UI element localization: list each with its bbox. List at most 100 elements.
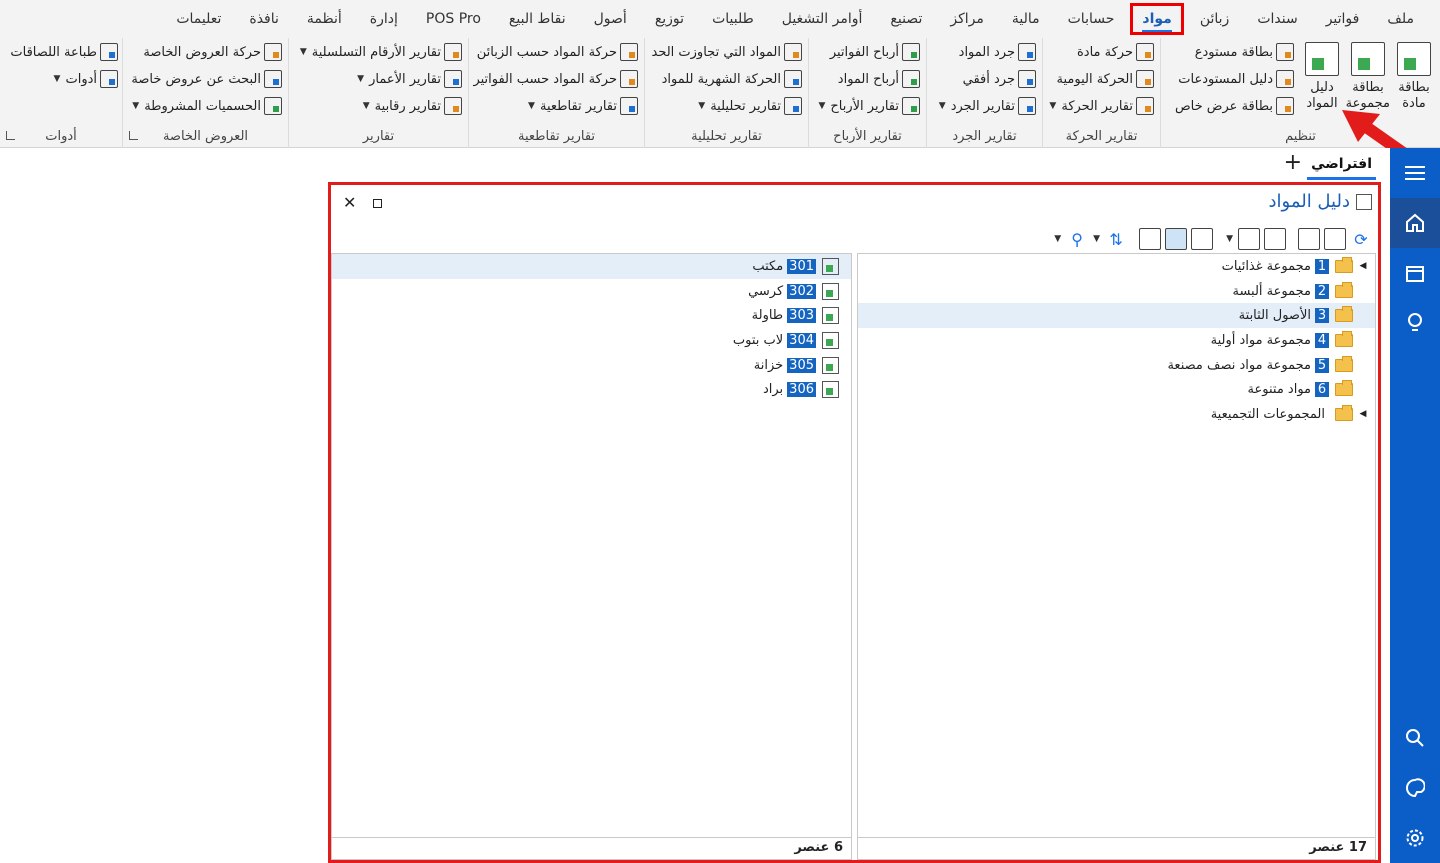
offers-dialog-launcher-icon[interactable] (129, 131, 138, 140)
refresh-icon[interactable]: ⟳ (1350, 228, 1372, 250)
item-movement-icon (1136, 43, 1154, 61)
single-pane-icon[interactable] (1139, 228, 1162, 250)
warehouses-guide-button[interactable]: دليل المستودعات (1178, 67, 1294, 91)
list-item[interactable]: 306 براد (332, 377, 851, 402)
tree-row[interactable]: ◀2مجموعة ألبسة (858, 279, 1375, 304)
list-item-selected[interactable]: 301 مكتب (332, 254, 851, 279)
special-offer-card-button[interactable]: بطاقة عرض خاص (1175, 94, 1294, 118)
expand-arrow-icon[interactable]: ◀ (1357, 409, 1369, 419)
analytic-reports-dropdown[interactable]: تقارير تحليلية ▼ (698, 94, 802, 118)
add-tab-button[interactable]: + (1284, 150, 1302, 175)
search-icon[interactable] (1390, 713, 1440, 763)
tools-dialog-launcher-icon[interactable] (6, 131, 15, 140)
menu-file[interactable]: ملف (1373, 0, 1428, 38)
chevron-down-icon: ▼ (818, 101, 826, 111)
materials-guide-button[interactable]: دليل المواد (1300, 42, 1344, 112)
tools-label: أدوات (65, 71, 97, 87)
invoice-profits-button[interactable]: أرباح الفواتير (830, 40, 920, 64)
tools-dropdown[interactable]: أدوات ▼ (54, 67, 118, 91)
cross-reports-dropdown[interactable]: تقارير تقاطعية ▼ (528, 94, 638, 118)
chevron-down-icon[interactable]: ▼ (1226, 234, 1233, 244)
serial-reports-dropdown[interactable]: تقارير الأرقام التسلسلية ▼ (300, 40, 462, 64)
calendar-icon[interactable] (1390, 248, 1440, 298)
group-label-reports: تقارير (362, 129, 395, 144)
menu-assets[interactable]: أصول (580, 0, 641, 38)
age-reports-dropdown[interactable]: تقارير الأعمار ▼ (357, 67, 462, 91)
list-item[interactable]: 305 خزانة (332, 353, 851, 378)
menu-help[interactable]: تعليمات (162, 0, 235, 38)
conditional-discounts-dropdown[interactable]: الحسميات المشروطة ▼ (132, 94, 282, 118)
daily-movement-button[interactable]: الحركة اليومية (1057, 67, 1154, 91)
tree-row[interactable]: ◀4مجموعة مواد أولية (858, 328, 1375, 353)
list-item[interactable]: 304 لاب بتوب (332, 328, 851, 353)
materials-inventory-button[interactable]: جرد المواد (959, 40, 1036, 64)
expand-arrow-icon[interactable]: ◀ (1357, 261, 1369, 271)
profit-reports-label: تقارير الأرباح (830, 98, 899, 114)
menu-pos-pro[interactable]: POS Pro (412, 0, 495, 38)
menu-orders[interactable]: طلبيات (698, 0, 768, 38)
maximize-icon[interactable] (373, 199, 382, 208)
menu-finance[interactable]: مالية (998, 0, 1054, 38)
tree-row[interactable]: ◀6مواد متنوعة (858, 377, 1375, 402)
monthly-movement-button[interactable]: الحركة الشهرية للمواد (662, 67, 802, 91)
over-limit-button[interactable]: المواد التي تجاوزت الحد (652, 40, 802, 64)
sort-icon[interactable]: ⇅ (1105, 228, 1127, 250)
search-offer-button[interactable]: البحث عن عروض خاصة (131, 67, 282, 91)
menu-centers[interactable]: مراكز (936, 0, 998, 38)
movement-by-invoices-button[interactable]: حركة المواد حسب الفواتير (473, 67, 638, 91)
menu-window[interactable]: نافذة (235, 0, 293, 38)
tab-default[interactable]: افتراضي (1307, 152, 1376, 180)
material-icon (822, 356, 839, 374)
print-icon[interactable] (1298, 228, 1320, 250)
tree-row[interactable]: ◀ 1 مجموعة غذائيات (858, 254, 1375, 279)
horizontal-layout-icon[interactable] (1191, 228, 1214, 250)
list-item[interactable]: 302 كرسي (332, 279, 851, 304)
menu-pos[interactable]: نقاط البيع (495, 0, 580, 38)
menu-accounts[interactable]: حسابات (1054, 0, 1129, 38)
close-icon[interactable]: ✕ (343, 193, 356, 212)
over-limit-icon (784, 43, 802, 61)
menu-materials[interactable]: مواد (1128, 0, 1185, 38)
hamburger-menu-icon[interactable] (1390, 148, 1440, 198)
profit-reports-dropdown[interactable]: تقارير الأرباح ▼ (818, 94, 920, 118)
offers-movement-button[interactable]: حركة العروض الخاصة (143, 40, 282, 64)
chevron-down-icon[interactable]: ▼ (1054, 234, 1061, 244)
search-icon[interactable]: ⚲ (1066, 228, 1088, 250)
age-reports-label: تقارير الأعمار (369, 71, 441, 87)
palette-icon[interactable] (1390, 763, 1440, 813)
gear-icon[interactable] (1390, 813, 1440, 863)
tree-row-selected[interactable]: ◀3الأصول الثابتة (858, 303, 1375, 329)
movement-by-customers-button[interactable]: حركة المواد حسب الزبائن (477, 40, 638, 64)
control-reports-dropdown[interactable]: تقارير رقابية ▼ (363, 94, 462, 118)
collapse-all-icon[interactable] (1264, 228, 1286, 250)
list-item[interactable]: 303 طاولة (332, 303, 851, 328)
menu-customers[interactable]: زبائن (1186, 0, 1243, 38)
item-movement-button[interactable]: حركة مادة (1077, 40, 1154, 64)
warehouses-guide-icon (1276, 70, 1294, 88)
movement-reports-dropdown[interactable]: تقارير الحركة ▼ (1049, 94, 1154, 118)
menu-distribution[interactable]: توزيع (641, 0, 698, 38)
inventory-reports-dropdown[interactable]: تقارير الجرد ▼ (939, 94, 1036, 118)
print-labels-button[interactable]: طباعة اللصاقات (10, 40, 118, 64)
menu-invoices[interactable]: فواتير (1312, 0, 1374, 38)
menu-systems[interactable]: أنظمة (293, 0, 356, 38)
tree-row[interactable]: ◀ المجموعات التجميعية (858, 402, 1375, 427)
vertical-split-icon[interactable] (1165, 228, 1188, 250)
lightbulb-icon[interactable] (1390, 298, 1440, 348)
menu-administration[interactable]: إدارة (356, 0, 412, 38)
horizontal-inventory-button[interactable]: جرد أفقي (963, 67, 1036, 91)
discount-icon (264, 97, 282, 115)
menu-work-orders[interactable]: أوامر التشغيل (768, 0, 877, 38)
invoice-movement-icon (620, 70, 638, 88)
menu-vouchers[interactable]: سندات (1243, 0, 1311, 38)
group-card-button[interactable]: بطاقة مجموعة (1346, 42, 1390, 112)
tree-row[interactable]: ◀5مجموعة مواد نصف مصنعة (858, 353, 1375, 378)
material-profits-button[interactable]: أرباح المواد (838, 67, 920, 91)
warehouse-card-button[interactable]: بطاقة مستودع (1195, 40, 1294, 64)
chevron-down-icon[interactable]: ▼ (1093, 234, 1100, 244)
menu-manufacturing[interactable]: تصنيع (876, 0, 936, 38)
print-preview-icon[interactable] (1324, 228, 1346, 250)
material-card-button[interactable]: بطاقة مادة (1392, 42, 1436, 112)
home-icon[interactable] (1390, 198, 1440, 248)
expand-all-icon[interactable] (1238, 228, 1260, 250)
